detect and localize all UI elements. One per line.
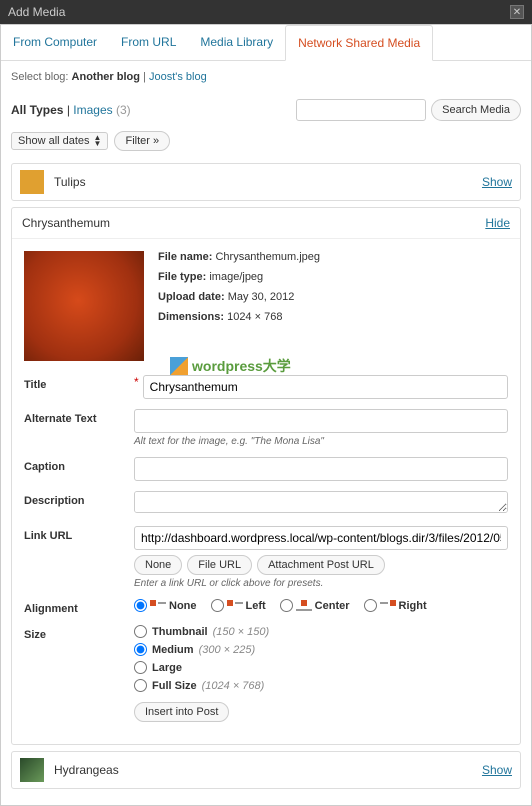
media-item-hydrangeas: Hydrangeas Show [11,751,521,789]
align-right-icon [380,600,396,612]
close-icon[interactable]: ✕ [510,5,524,19]
align-none-icon [150,600,166,612]
align-center[interactable]: Center [280,599,350,612]
search-input[interactable] [296,99,426,121]
url-hint: Enter a link URL or click above for pres… [134,578,508,589]
thumbnail-icon [20,170,44,194]
blog-link[interactable]: Joost's blog [149,71,207,83]
align-left-icon [227,600,243,612]
url-attachment-button[interactable]: Attachment Post URL [257,555,385,575]
filter-all-types[interactable]: All Types [11,103,63,117]
insert-button[interactable]: Insert into Post [134,702,229,722]
align-none[interactable]: None [134,599,197,612]
url-file-button[interactable]: File URL [187,555,252,575]
titlebar: Add Media ✕ [0,0,532,24]
filter-button[interactable]: Filter » [114,131,170,151]
chevron-updown-icon: ▲▼ [94,135,102,147]
type-filter: All Types | Images (3) [11,103,131,117]
filter-images[interactable]: Images [73,103,112,117]
dialog-title: Add Media [8,5,65,19]
date-select[interactable]: Show all dates ▲▼ [11,132,108,150]
tabs: From Computer From URL Media Library Net… [1,25,531,61]
search-button[interactable]: Search Media [431,99,521,121]
align-center-icon [296,600,312,612]
show-link[interactable]: Show [482,763,512,777]
hide-link[interactable]: Hide [485,216,510,230]
size-thumbnail[interactable]: Thumbnail (150 × 150) [134,625,508,638]
media-title: Chrysanthemum [22,216,110,230]
link-url-input[interactable] [134,526,508,550]
thumbnail-icon [20,758,44,782]
media-title: Hydrangeas [54,763,482,777]
media-item-tulips: Tulips Show [11,163,521,201]
blog-select: Select blog: Another blog | Joost's blog [11,61,521,93]
alt-hint: Alt text for the image, e.g. "The Mona L… [134,436,508,447]
show-link[interactable]: Show [482,175,512,189]
tab-from-computer[interactable]: From Computer [1,25,109,60]
title-input[interactable] [143,375,508,399]
preview-image [24,251,144,361]
align-right[interactable]: Right [364,599,427,612]
tab-network-shared-media[interactable]: Network Shared Media [285,25,433,61]
description-input[interactable] [134,491,508,513]
url-none-button[interactable]: None [134,555,182,575]
tab-media-library[interactable]: Media Library [188,25,285,60]
size-full[interactable]: Full Size (1024 × 768) [134,679,508,692]
size-medium[interactable]: Medium (300 × 225) [134,643,508,656]
caption-input[interactable] [134,457,508,481]
filter-count: (3) [116,103,131,117]
size-large[interactable]: Large [134,661,508,674]
align-left[interactable]: Left [211,599,266,612]
current-blog: Another blog [72,71,140,83]
alt-text-input[interactable] [134,409,508,433]
media-title: Tulips [54,175,482,189]
tab-from-url[interactable]: From URL [109,25,188,60]
media-item-chrysanthemum: Chrysanthemum Hide File name: Chrysanthe… [11,207,521,745]
file-metadata: File name: Chrysanthemum.jpeg File type:… [158,251,320,361]
required-icon: * [134,375,139,389]
